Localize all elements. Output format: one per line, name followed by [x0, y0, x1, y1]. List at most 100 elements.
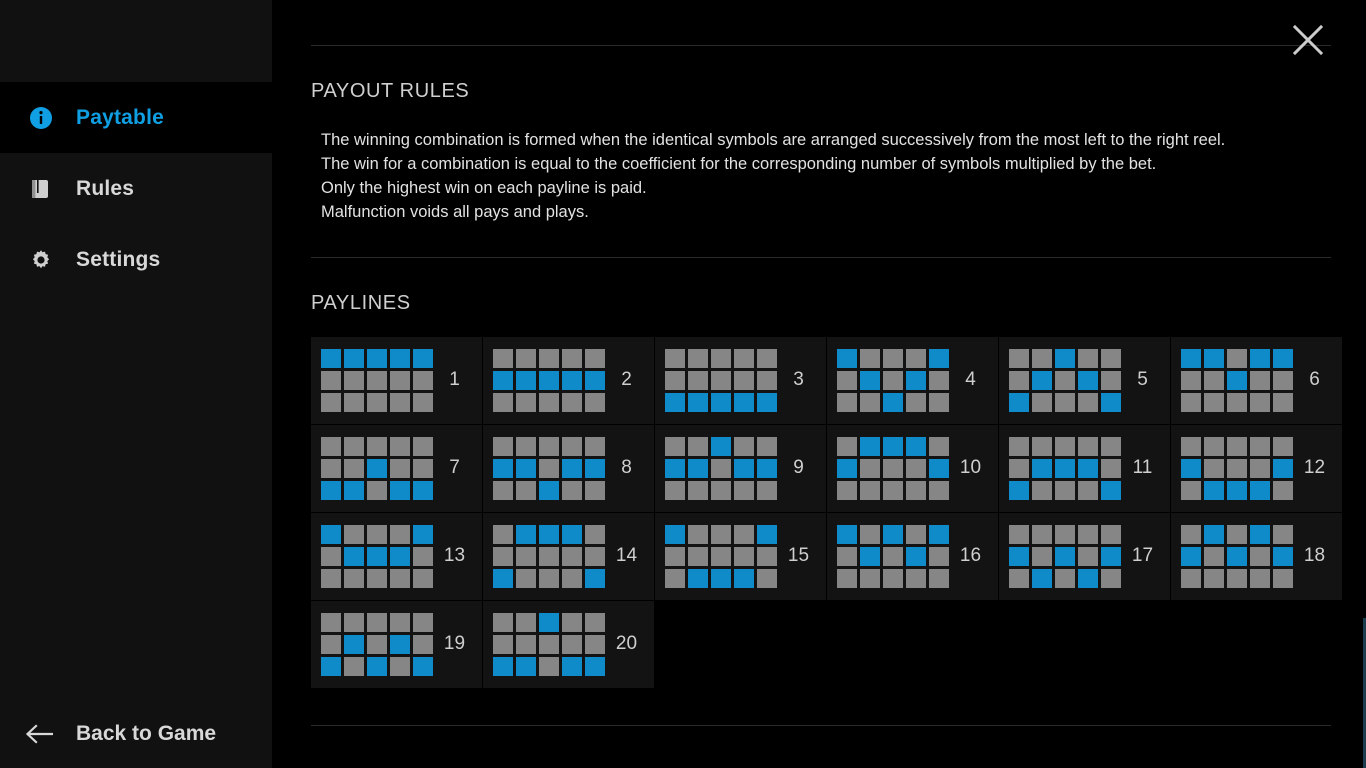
sidebar-item-paytable[interactable]: Paytable [0, 82, 272, 153]
gear-icon [22, 247, 60, 273]
payline-item-17[interactable]: 17 [999, 512, 1171, 601]
payline-number: 7 [449, 457, 460, 479]
payline-cell-inactive [1032, 546, 1052, 566]
payline-item-8[interactable]: 8 [483, 424, 655, 513]
sidebar-item-settings[interactable]: Settings [0, 224, 272, 295]
sidebar: Paytable Rules Settings Back to Game [0, 0, 273, 768]
payline-cell-active [1009, 546, 1029, 566]
payline-cell-active [1181, 458, 1201, 478]
payline-cell-inactive [413, 634, 433, 654]
payline-cell-inactive [665, 480, 685, 500]
paylines-title: PAYLINES [311, 291, 411, 314]
payline-item-16[interactable]: 16 [827, 512, 999, 601]
payline-cell-inactive [1204, 568, 1224, 588]
payline-pattern-grid [665, 348, 777, 412]
payline-cell-inactive [539, 392, 559, 412]
payline-cell-active [837, 348, 857, 368]
payline-cell-active [1032, 568, 1052, 588]
payline-cell-inactive [837, 370, 857, 390]
payline-cell-active [929, 458, 949, 478]
payline-item-11[interactable]: 11 [999, 424, 1171, 513]
payline-cell-inactive [906, 392, 926, 412]
payline-cell-active [367, 656, 387, 676]
payline-cell-inactive [1055, 524, 1075, 544]
payline-cell-active [539, 370, 559, 390]
payline-cell-active [1181, 546, 1201, 566]
payline-cell-inactive [688, 546, 708, 566]
close-icon[interactable] [1286, 18, 1330, 62]
payline-cell-inactive [413, 392, 433, 412]
payline-cell-inactive [516, 436, 536, 456]
payline-cell-active [837, 524, 857, 544]
payline-item-13[interactable]: 13 [311, 512, 483, 601]
payline-cell-inactive [1181, 568, 1201, 588]
payline-number: 13 [443, 545, 466, 567]
sidebar-item-rules[interactable]: Rules [0, 153, 272, 224]
payline-cell-inactive [906, 524, 926, 544]
payline-number: 18 [1303, 545, 1326, 567]
payline-item-15[interactable]: 15 [655, 512, 827, 601]
payline-item-4[interactable]: 4 [827, 336, 999, 425]
payline-pattern-grid [321, 612, 433, 676]
payline-cell-inactive [1250, 392, 1270, 412]
payline-pattern-grid [321, 348, 433, 412]
payline-cell-active [562, 458, 582, 478]
payline-item-7[interactable]: 7 [311, 424, 483, 513]
payline-item-14[interactable]: 14 [483, 512, 655, 601]
payline-cell-inactive [883, 480, 903, 500]
back-to-game-button[interactable]: Back to Game [0, 700, 273, 768]
payline-item-18[interactable]: 18 [1171, 512, 1343, 601]
payline-cell-active [711, 436, 731, 456]
payline-item-9[interactable]: 9 [655, 424, 827, 513]
payline-cell-inactive [585, 612, 605, 632]
payline-item-6[interactable]: 6 [1171, 336, 1343, 425]
payline-cell-inactive [883, 348, 903, 368]
payline-cell-inactive [390, 436, 410, 456]
payline-item-5[interactable]: 5 [999, 336, 1171, 425]
payline-cell-inactive [367, 370, 387, 390]
scrollbar-track[interactable] [1362, 0, 1366, 768]
payline-item-3[interactable]: 3 [655, 336, 827, 425]
payline-item-1[interactable]: 1 [311, 336, 483, 425]
payline-cell-inactive [344, 392, 364, 412]
payline-cell-inactive [1101, 458, 1121, 478]
payline-cell-inactive [1055, 370, 1075, 390]
payline-cell-active [1227, 480, 1247, 500]
payline-pattern-grid [665, 436, 777, 500]
payline-cell-inactive [413, 370, 433, 390]
payline-cell-active [688, 458, 708, 478]
payline-cell-active [516, 370, 536, 390]
payline-cell-inactive [837, 392, 857, 412]
payline-pattern-grid [321, 524, 433, 588]
payline-cell-inactive [562, 546, 582, 566]
payline-item-19[interactable]: 19 [311, 600, 483, 689]
payline-cell-active [1055, 458, 1075, 478]
payline-cell-inactive [516, 568, 536, 588]
payline-cell-inactive [688, 524, 708, 544]
payline-pattern-grid [1181, 348, 1293, 412]
payline-cell-inactive [493, 436, 513, 456]
payline-cell-inactive [1078, 348, 1098, 368]
back-to-game-label: Back to Game [76, 722, 217, 745]
payline-cell-inactive [929, 480, 949, 500]
payline-cell-inactive [344, 524, 364, 544]
payline-item-20[interactable]: 20 [483, 600, 655, 689]
payline-cell-inactive [883, 568, 903, 588]
payline-cell-inactive [929, 546, 949, 566]
payline-cell-inactive [1032, 348, 1052, 368]
payline-cell-active [711, 568, 731, 588]
payline-item-12[interactable]: 12 [1171, 424, 1343, 513]
payline-cell-inactive [493, 480, 513, 500]
payline-cell-active [665, 392, 685, 412]
payout-rule-line: The win for a combination is equal to th… [321, 154, 1157, 173]
payline-cell-active [493, 370, 513, 390]
payline-item-10[interactable]: 10 [827, 424, 999, 513]
sidebar-item-label-rules: Rules [76, 176, 135, 200]
payout-rule-line: Malfunction voids all pays and plays. [321, 202, 589, 221]
payline-cell-active [344, 480, 364, 500]
payline-cell-inactive [585, 524, 605, 544]
payline-cell-inactive [367, 436, 387, 456]
payline-item-2[interactable]: 2 [483, 336, 655, 425]
payline-cell-inactive [1181, 436, 1201, 456]
payline-cell-inactive [585, 546, 605, 566]
